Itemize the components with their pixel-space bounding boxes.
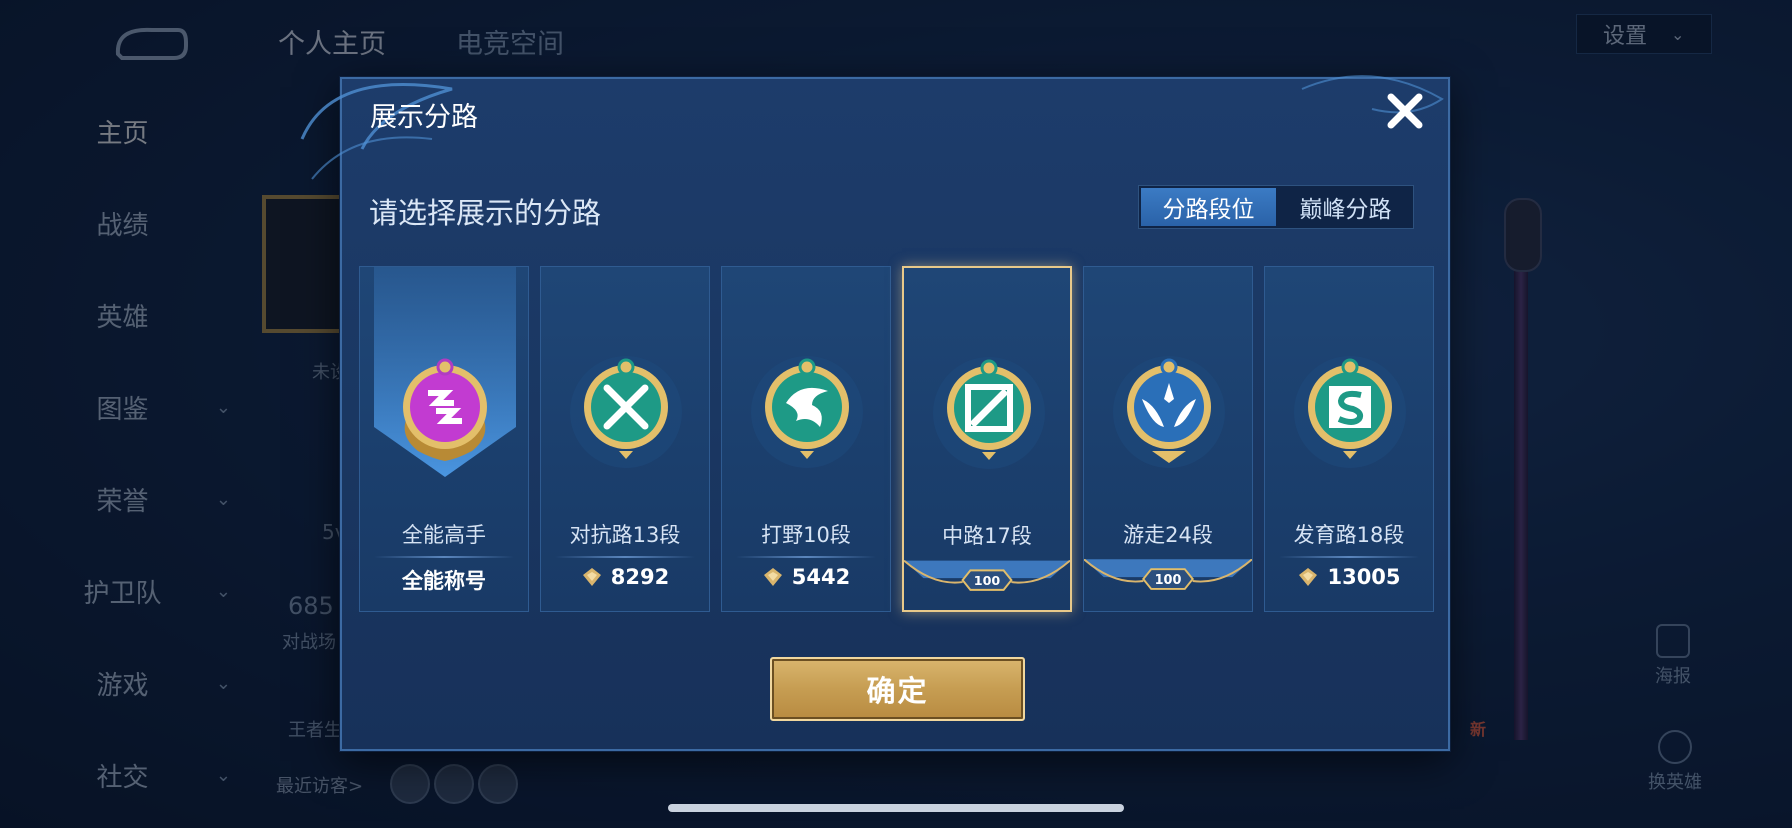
all-round-badge-icon [388,355,502,469]
tab-lane-rank[interactable]: 分路段位 [1141,188,1276,226]
profile-tabs: 个人主页 电竞空间 [278,22,564,61]
lane-card-value: 5442 [722,565,890,589]
sidebar-item-record[interactable]: 战绩 [0,177,245,269]
lane-card-clash[interactable]: 对抗路13段 8292 [540,266,710,612]
battle-count: 685 [288,592,334,620]
status-badge [1470,8,1570,46]
tab-esports-space[interactable]: 电竞空间 [456,22,564,61]
mic-head-decoration [1504,198,1542,272]
select-lane-prompt: 请选择展示的分路 [369,196,602,230]
home-indicator[interactable] [668,804,1124,812]
tab-peak-lane[interactable]: 巅峰分路 [1278,186,1413,228]
display-mode-toggle: 分路段位 巅峰分路 [1138,185,1414,229]
lane-card-value: 8292 [541,565,709,589]
back-arrow-icon [115,27,188,60]
divider [1279,556,1419,558]
divider [374,556,514,558]
close-icon [1387,93,1423,129]
roam-badge-icon [1112,355,1226,469]
lane-card-jungle[interactable]: 打野10段 5442 [721,266,891,612]
peak-points-bar: 100 [1083,558,1253,609]
king-text: 王者生 [288,720,342,741]
visitor-avatar[interactable] [478,764,518,804]
back-button[interactable] [112,24,190,64]
lane-card-value: 13005 [1265,565,1433,589]
settings-button[interactable]: 设置 ⌄ [1576,14,1712,54]
lane-card-label: 发育路18段 [1293,523,1405,547]
dialog-title: 展示分路 [370,102,478,133]
chevron-down-icon: ⌄ [215,488,231,510]
lane-card-value: 全能称号 [402,569,486,593]
lane-card-label: 对抗路13段 [569,523,681,547]
mic-stand-decoration [1514,200,1528,740]
peak-points-bar: 100 [903,559,1071,610]
lane-card-label: 游走24段 [1123,523,1213,547]
hero-icon [1658,730,1692,764]
farm-lane-badge-icon [1293,355,1407,469]
tab-profile-home[interactable]: 个人主页 [278,22,386,61]
rank-points-icon [763,568,782,586]
clash-lane-badge-icon [569,355,683,469]
rank-points-icon [1299,568,1318,586]
lane-card-label: 中路17段 [942,524,1032,548]
peak-points-value: 100 [1155,573,1182,588]
chevron-down-icon: ⌄ [215,580,231,602]
visitor-avatar[interactable] [390,764,430,804]
mid-lane-badge-icon [932,356,1046,470]
lane-card-label: 全能高手 [402,523,486,547]
sidebar-item-codex[interactable]: 图鉴 ⌄ [0,361,245,453]
divider [555,556,695,558]
visitor-avatar[interactable] [434,764,474,804]
jungle-badge-icon [750,355,864,469]
lane-card-farm[interactable]: 发育路18段 13005 [1264,266,1434,612]
poster-icon [1656,624,1690,658]
lane-card-roam[interactable]: 游走24段 100 [1083,266,1253,612]
sidebar-item-guard[interactable]: 护卫队 ⌄ [0,545,245,637]
close-button[interactable] [1382,88,1428,134]
confirm-button[interactable]: 确定 [770,657,1025,721]
sidebar-item-home[interactable]: 主页 [0,85,245,177]
lane-card-all-round[interactable]: 全能高手 全能称号 [359,266,529,612]
divider [736,556,876,558]
lane-display-dialog: 展示分路 请选择展示的分路 分路段位 巅峰分路 全能高手 全能称号 对抗路13段… [300,75,1450,751]
chevron-down-icon: ⌄ [215,764,231,786]
poster-button[interactable]: 海报 [1648,624,1698,688]
lane-card-mid[interactable]: 中路17段 100 [902,266,1072,612]
chevron-down-icon: ⌄ [215,396,231,418]
chevron-down-icon: ⌄ [1671,24,1685,44]
sidebar: 主页 战绩 英雄 图鉴 ⌄ 荣誉 ⌄ 护卫队 ⌄ 游戏 ⌄ 社交 ⌄ [0,85,245,821]
change-hero-button[interactable]: 换英雄 [1640,730,1710,794]
rank-points-icon [582,568,601,586]
sidebar-item-social[interactable]: 社交 ⌄ [0,729,245,821]
peak-points-value: 100 [974,573,1001,588]
chevron-down-icon: ⌄ [215,672,231,694]
sidebar-item-games[interactable]: 游戏 ⌄ [0,637,245,729]
sidebar-item-heroes[interactable]: 英雄 [0,269,245,361]
recent-visitors-link[interactable]: 最近访客> [276,772,363,798]
new-badge: 新 [1470,720,1487,739]
lane-card-label: 打野10段 [761,523,851,547]
sidebar-item-honor[interactable]: 荣誉 ⌄ [0,453,245,545]
lane-card-list: 全能高手 全能称号 对抗路13段 8292 打野10段 5442 中路17段 1… [359,266,1435,612]
battle-count-label: 对战场 [282,632,336,653]
